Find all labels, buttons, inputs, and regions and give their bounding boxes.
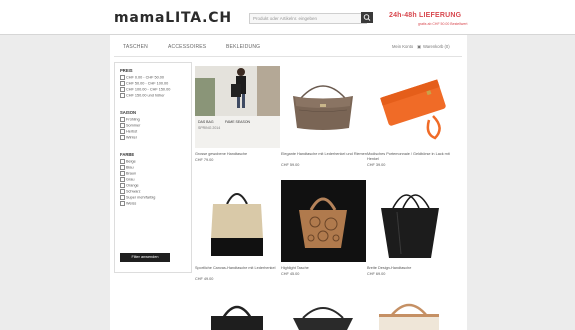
product-photo bbox=[281, 294, 366, 330]
overlay-subtitle: SPRING 2014 bbox=[198, 126, 221, 130]
checkbox[interactable] bbox=[120, 81, 125, 86]
product-image[interactable]: DAS BAG FAME SEASON SPRING 2014 bbox=[195, 66, 280, 148]
product-image[interactable] bbox=[367, 180, 452, 262]
account-link[interactable]: Mein Konto bbox=[392, 44, 413, 49]
filter-option[interactable]: CHF 150.00 und höher bbox=[120, 93, 165, 98]
filter-option[interactable]: CHF 100.00 - CHF 150.00 bbox=[120, 87, 170, 92]
product-image[interactable] bbox=[281, 180, 366, 262]
product-photo bbox=[367, 180, 452, 262]
checkbox[interactable] bbox=[120, 135, 125, 140]
product-title[interactable]: Breite Design-Handtasche bbox=[367, 266, 455, 271]
product-image[interactable] bbox=[281, 66, 366, 148]
product-image[interactable] bbox=[195, 294, 280, 330]
product-title[interactable]: Elegante Handtasche mit Lederhenkel und … bbox=[281, 152, 369, 157]
checkbox[interactable] bbox=[120, 93, 125, 98]
checkbox[interactable] bbox=[120, 87, 125, 92]
product-image[interactable] bbox=[281, 294, 366, 330]
product-title[interactable]: Highlight Tasche bbox=[281, 266, 369, 271]
checkbox[interactable] bbox=[120, 201, 125, 206]
product-photo bbox=[281, 66, 366, 148]
filter-option[interactable]: Orange bbox=[120, 183, 139, 188]
nav-item-accessoires[interactable]: ACCESSOIRES bbox=[168, 44, 206, 50]
product-price: CHF 59.00 bbox=[281, 163, 300, 167]
filter-option[interactable]: Winter bbox=[120, 135, 137, 140]
apply-filter-button[interactable]: Filter anwenden bbox=[120, 253, 170, 262]
filter-option[interactable]: Grau bbox=[120, 177, 134, 182]
checkbox[interactable] bbox=[120, 75, 125, 80]
product-image[interactable] bbox=[367, 294, 452, 330]
filter-title-preis: PREIS bbox=[120, 68, 133, 73]
filter-option[interactable]: Beige bbox=[120, 159, 136, 164]
search-input[interactable]: Produkt oder Artikelnr. eingeben bbox=[249, 13, 367, 24]
filter-option[interactable]: Super mehrfarbig bbox=[120, 195, 155, 200]
checkbox[interactable] bbox=[120, 159, 125, 164]
main-container: TASCHEN ACCESSOIRES BEKLEIDUNG Mein Kont… bbox=[110, 35, 467, 330]
delivery-subtext: gratis ab CHF 50.00 Bestellwert bbox=[418, 22, 468, 26]
search-icon bbox=[363, 14, 371, 21]
checkbox[interactable] bbox=[120, 165, 125, 170]
checkbox[interactable] bbox=[120, 183, 125, 188]
product-photo bbox=[195, 294, 280, 330]
delivery-banner: 24h-48h LIEFERUNG bbox=[389, 12, 462, 19]
filter-option[interactable]: CHF 50.00 - CHF 100.00 bbox=[120, 81, 168, 86]
checkbox[interactable] bbox=[120, 189, 125, 194]
filter-sidebar: PREIS CHF 0.00 - CHF 50.00 CHF 50.00 - C… bbox=[114, 62, 192, 273]
product-image[interactable] bbox=[367, 66, 452, 148]
overlay-season: FAME SEASON bbox=[225, 120, 251, 124]
product-title[interactable]: Sportliche Canvas-Handtasche mit Lederhe… bbox=[195, 266, 283, 271]
checkbox[interactable] bbox=[120, 195, 125, 200]
filter-option[interactable]: Blau bbox=[120, 165, 134, 170]
cart-icon[interactable]: ▣ bbox=[417, 44, 421, 49]
filter-option[interactable]: Braun bbox=[120, 171, 136, 176]
filter-title-saison: SAISON bbox=[120, 110, 137, 115]
product-photo bbox=[195, 66, 280, 148]
product-photo bbox=[195, 180, 280, 262]
site-logo[interactable]: mamaLITA.CH bbox=[114, 10, 232, 26]
product-photo bbox=[367, 66, 452, 148]
product-price: CHF 45.00 bbox=[281, 272, 300, 276]
filter-title-farbe: FARBE bbox=[120, 152, 135, 157]
product-photo bbox=[281, 180, 366, 262]
product-title[interactable]: Modisches Portemonnaie / Geldbörse in La… bbox=[367, 152, 455, 162]
cart-link[interactable]: Warenkorb (0) bbox=[423, 44, 450, 49]
filter-option[interactable]: CHF 0.00 - CHF 50.00 bbox=[120, 75, 164, 80]
filter-option[interactable]: Frühling bbox=[120, 117, 140, 122]
product-price: CHF 39.00 bbox=[367, 163, 386, 167]
filter-option[interactable]: Schwarz bbox=[120, 189, 141, 194]
filter-option[interactable]: Herbst bbox=[120, 129, 137, 134]
overlay-brand: DAS BAG bbox=[198, 120, 214, 124]
search-button[interactable] bbox=[361, 12, 373, 23]
nav-item-bekleidung[interactable]: BEKLEIDUNG bbox=[226, 44, 260, 50]
product-price: CHF 69.00 bbox=[367, 272, 386, 276]
checkbox[interactable] bbox=[120, 123, 125, 128]
filter-option[interactable]: Weiss bbox=[120, 201, 136, 206]
top-bar: mamaLITA.CH Produkt oder Artikelnr. eing… bbox=[0, 0, 575, 34]
checkbox[interactable] bbox=[120, 129, 125, 134]
product-title[interactable]: Grosse gewobene Handtasche bbox=[195, 152, 283, 157]
nav-item-taschen[interactable]: TASCHEN bbox=[123, 44, 148, 50]
checkbox[interactable] bbox=[120, 117, 125, 122]
product-price: CHF 49.00 bbox=[195, 277, 214, 281]
product-price: CHF 79.00 bbox=[195, 158, 214, 162]
product-photo bbox=[367, 294, 452, 330]
product-image[interactable] bbox=[195, 180, 280, 262]
checkbox[interactable] bbox=[120, 177, 125, 182]
checkbox[interactable] bbox=[120, 171, 125, 176]
main-nav: TASCHEN ACCESSOIRES BEKLEIDUNG Mein Kont… bbox=[114, 39, 462, 57]
filter-option[interactable]: Sommer bbox=[120, 123, 140, 128]
